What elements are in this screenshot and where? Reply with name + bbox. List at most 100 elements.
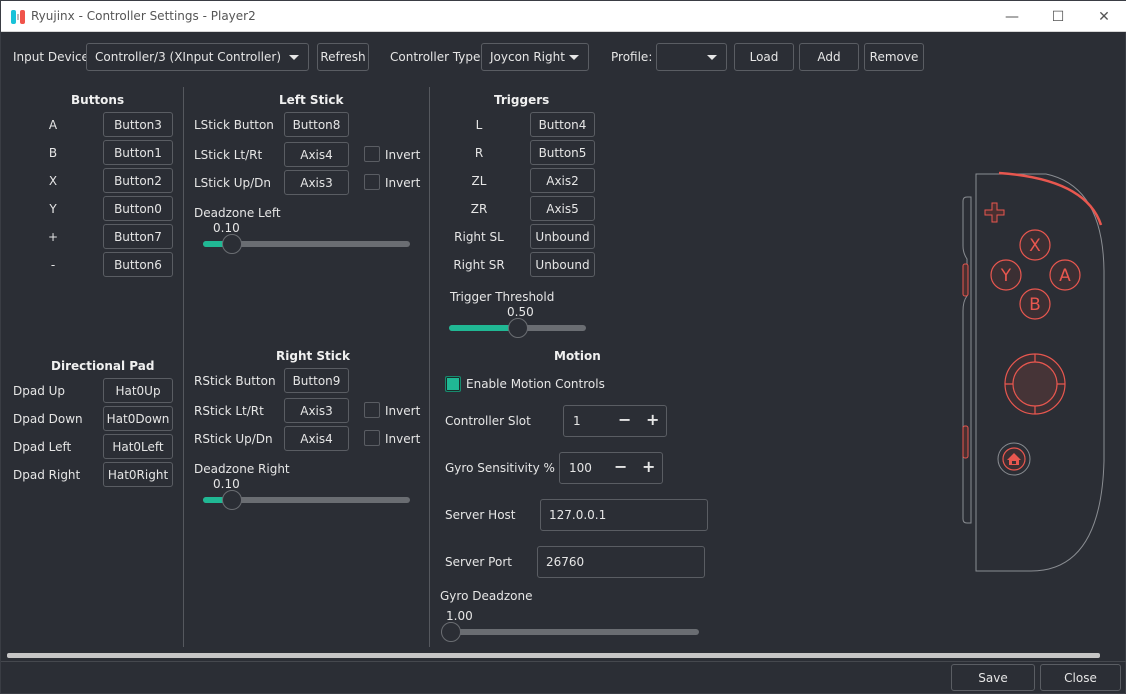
controller-slot-spinner[interactable]: 1 − + xyxy=(563,405,667,437)
slider-thumb[interactable] xyxy=(221,234,242,254)
button-mapping-label: - xyxy=(50,258,56,272)
minimize-button[interactable]: — xyxy=(989,1,1035,32)
invert-label: Invert xyxy=(385,404,421,418)
button-mapping-binding-button[interactable]: Button0 xyxy=(103,196,173,221)
input-device-select[interactable]: Controller/3 (XInput Controller) xyxy=(86,43,309,71)
dpad-mapping-binding-button[interactable]: Hat0Left xyxy=(103,434,173,459)
button-mapping-binding-button[interactable]: Button6 xyxy=(103,252,173,277)
server-host-label: Server Host xyxy=(445,508,516,522)
load-profile-button[interactable]: Load xyxy=(734,43,794,71)
rstick-ltrt-invert-checkbox[interactable] xyxy=(364,402,380,418)
rstick-button-binding[interactable]: Button9 xyxy=(284,368,349,393)
slider-thumb[interactable] xyxy=(507,318,528,338)
lstick-updn-label: LStick Up/Dn xyxy=(194,176,271,190)
server-host-input[interactable]: 127.0.0.1 xyxy=(540,499,708,531)
maximize-button[interactable]: ☐ xyxy=(1035,1,1081,32)
trigger-mapping-label: ZL xyxy=(471,174,487,188)
rstick-updn-binding[interactable]: Axis4 xyxy=(284,426,349,451)
rstick-ltrt-binding[interactable]: Axis3 xyxy=(284,398,349,423)
button-mapping-label: B xyxy=(48,146,58,160)
gyro-deadzone-slider[interactable] xyxy=(441,622,699,642)
horizontal-scrollbar[interactable] xyxy=(7,653,1100,658)
add-profile-button[interactable]: Add xyxy=(799,43,859,71)
trigger-mapping-binding-button[interactable]: Axis5 xyxy=(530,196,595,221)
gyro-sensitivity-spinner[interactable]: 100 − + xyxy=(559,452,663,484)
title-bar: Ryujinx - Controller Settings - Player2 … xyxy=(1,1,1126,32)
y-button-label: Y xyxy=(1000,266,1012,286)
gyro-sensitivity-value: 100 xyxy=(569,461,592,475)
trigger-mapping-label: Right SL xyxy=(454,230,504,244)
remove-profile-button[interactable]: Remove xyxy=(864,43,924,71)
trigger-mapping-binding-button[interactable]: Unbound xyxy=(530,252,595,277)
button-mapping-label: X xyxy=(48,174,58,188)
button-mapping-label: + xyxy=(47,230,59,244)
column-divider xyxy=(429,87,430,647)
slider-thumb[interactable] xyxy=(221,490,242,510)
motion-section-title: Motion xyxy=(554,349,601,363)
increment-button[interactable]: + xyxy=(646,410,659,429)
increment-button[interactable]: + xyxy=(642,457,655,476)
button-mapping-binding-button[interactable]: Button2 xyxy=(103,168,173,193)
enable-motion-checkbox[interactable] xyxy=(445,376,461,392)
trigger-mapping-binding-button[interactable]: Axis2 xyxy=(530,168,595,193)
dpad-section-title: Directional Pad xyxy=(51,359,155,373)
button-mapping-label: A xyxy=(48,118,58,132)
dpad-mapping-label: Dpad Up xyxy=(13,384,66,398)
trigger-mapping-binding-button[interactable]: Button5 xyxy=(530,140,595,165)
decrement-button[interactable]: − xyxy=(618,410,631,429)
deadzone-left-slider[interactable] xyxy=(203,234,410,254)
controller-settings-window: Ryujinx - Controller Settings - Player2 … xyxy=(0,0,1126,694)
input-device-label: Input Device xyxy=(13,50,89,64)
dpad-mapping-binding-button[interactable]: Hat0Right xyxy=(103,462,173,487)
close-button[interactable]: Close xyxy=(1040,664,1121,691)
trigger-mapping-binding-button[interactable]: Button4 xyxy=(530,112,595,137)
gyro-deadzone-label: Gyro Deadzone xyxy=(440,589,533,603)
profile-label: Profile: xyxy=(611,50,653,64)
controller-type-select[interactable]: Joycon Right xyxy=(481,43,589,71)
chevron-down-icon xyxy=(569,55,579,60)
lstick-updn-invert-checkbox[interactable] xyxy=(364,174,380,190)
close-window-button[interactable]: ✕ xyxy=(1081,1,1126,32)
trigger-mapping-binding-button[interactable]: Unbound xyxy=(530,224,595,249)
lstick-updn-binding[interactable]: Axis3 xyxy=(284,170,349,195)
ryujinx-logo-icon xyxy=(11,10,25,24)
trigger-threshold-value: 0.50 xyxy=(507,305,534,319)
minimize-icon: — xyxy=(1005,8,1019,25)
profile-select[interactable] xyxy=(656,43,727,71)
lstick-ltrt-invert-checkbox[interactable] xyxy=(364,146,380,162)
chevron-down-icon xyxy=(707,55,717,60)
refresh-button[interactable]: Refresh xyxy=(317,43,369,71)
dpad-mapping-binding-button[interactable]: Hat0Down xyxy=(103,406,173,431)
server-port-input[interactable]: 26760 xyxy=(537,546,705,578)
slider-thumb[interactable] xyxy=(441,622,461,642)
save-button[interactable]: Save xyxy=(951,664,1035,691)
trigger-mapping-label: Right SR xyxy=(453,258,505,272)
server-port-label: Server Port xyxy=(445,555,512,569)
lstick-button-binding[interactable]: Button8 xyxy=(284,112,349,137)
lstick-button-label: LStick Button xyxy=(194,118,274,132)
sr-button xyxy=(962,425,969,459)
rstick-updn-invert-checkbox[interactable] xyxy=(364,430,380,446)
deadzone-left-label: Deadzone Left xyxy=(194,206,281,220)
button-mapping-binding-button[interactable]: Button3 xyxy=(103,112,173,137)
deadzone-right-label: Deadzone Right xyxy=(194,462,290,476)
decrement-button[interactable]: − xyxy=(614,457,627,476)
button-mapping-binding-button[interactable]: Button7 xyxy=(103,224,173,249)
dpad-mapping-binding-button[interactable]: Hat0Up xyxy=(103,378,173,403)
face-buttons: X Y A B xyxy=(990,229,1081,320)
trigger-threshold-label: Trigger Threshold xyxy=(450,290,555,304)
right-stick-section-title: Right Stick xyxy=(276,349,350,363)
chevron-down-icon xyxy=(289,55,299,60)
slider-track[interactable] xyxy=(441,629,699,635)
deadzone-right-slider[interactable] xyxy=(203,490,410,510)
triggers-section-title: Triggers xyxy=(494,93,550,107)
button-mapping-binding-button[interactable]: Button1 xyxy=(103,140,173,165)
dpad-mapping-label: Dpad Left xyxy=(13,440,72,454)
lstick-ltrt-label: LStick Lt/Rt xyxy=(194,148,263,162)
joycon-right-illustration: X Y A B xyxy=(962,171,1105,572)
rstick-button-label: RStick Button xyxy=(194,374,276,388)
trigger-threshold-slider[interactable] xyxy=(449,318,586,338)
lstick-ltrt-binding[interactable]: Axis4 xyxy=(284,142,349,167)
dpad-mapping-label: Dpad Right xyxy=(13,468,81,482)
left-stick-section-title: Left Stick xyxy=(279,93,344,107)
